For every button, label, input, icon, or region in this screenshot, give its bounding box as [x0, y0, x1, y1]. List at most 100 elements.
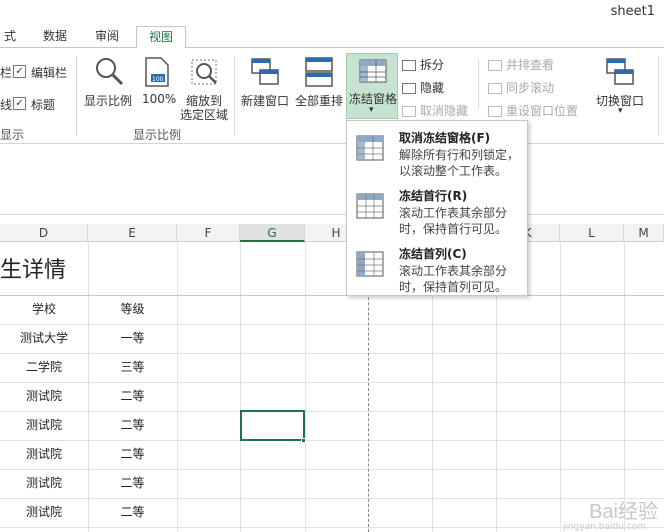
- split-button[interactable]: 拆分: [402, 56, 444, 73]
- column-header-d[interactable]: D: [0, 224, 88, 242]
- zoom-magnifier-icon[interactable]: [94, 56, 124, 86]
- new-window-label[interactable]: 新建窗口: [241, 92, 289, 109]
- unhide-label: 取消隐藏: [420, 104, 469, 118]
- freeze-top-row-icon: [356, 193, 384, 219]
- window-title: sheet1: [610, 4, 655, 19]
- reset-position-icon: [488, 106, 502, 117]
- zoom-100-icon[interactable]: 100: [143, 56, 171, 88]
- grid-line: [624, 242, 625, 532]
- header-cell-level[interactable]: 等级: [88, 295, 177, 324]
- unhide-button[interactable]: 取消隐藏: [402, 102, 468, 119]
- header-cell-school[interactable]: 学校: [0, 295, 88, 324]
- reset-window-position-button[interactable]: 重设窗口位置: [488, 102, 578, 119]
- column-header-g[interactable]: G: [240, 224, 305, 242]
- grid-line: [177, 242, 178, 532]
- table-cell[interactable]: 二学院: [0, 353, 88, 382]
- grid-line: [240, 242, 241, 532]
- table-cell[interactable]: 二等: [88, 382, 177, 411]
- column-header-m[interactable]: M: [624, 224, 664, 242]
- column-header-f[interactable]: F: [177, 224, 240, 242]
- table-cell[interactable]: 测试院: [0, 411, 88, 440]
- sync-scroll-icon: [488, 83, 502, 94]
- freeze-panes-chevron-icon: ▾: [369, 105, 374, 115]
- fill-handle[interactable]: [301, 438, 306, 443]
- tab-review[interactable]: 审阅: [88, 26, 126, 48]
- freeze-panes-button[interactable]: 冻结窗格 ▾: [346, 53, 398, 119]
- sync-scroll-label: 同步滚动: [506, 81, 555, 95]
- side-by-side-icon: [488, 60, 502, 71]
- ribbon-tabs: 式 数据 审阅 视图: [0, 24, 664, 48]
- group-divider: [478, 58, 479, 110]
- freeze-first-column-icon: [356, 251, 384, 277]
- worksheet-grid[interactable]: 生详情 学校 等级 测试大学 一等 二学院 三等 测试院 二等 测试院 二等 测…: [0, 242, 664, 532]
- new-window-icon[interactable]: [250, 56, 280, 88]
- hide-label: 隐藏: [420, 81, 445, 95]
- hide-icon: [402, 83, 416, 94]
- zoom-group-label: 显示比例: [133, 128, 182, 142]
- freeze-panes-icon: [359, 59, 387, 83]
- table-cell[interactable]: 三等: [88, 353, 177, 382]
- zoom-selection-icon[interactable]: [190, 56, 220, 88]
- table-cell[interactable]: 一等: [88, 324, 177, 353]
- headings-label: 标题: [31, 98, 56, 112]
- split-icon: [402, 60, 416, 71]
- baidu-watermark-logo: Bai经验: [589, 501, 658, 523]
- table-cell[interactable]: 测试大学: [0, 324, 88, 353]
- show-group-label: 显示: [0, 128, 25, 142]
- title-bar: sheet1: [0, 0, 664, 24]
- group-divider: [76, 56, 77, 136]
- tab-formulas[interactable]: 式: [0, 26, 20, 48]
- sync-scroll-button[interactable]: 同步滚动: [488, 79, 554, 96]
- show-cut-label-1: 栏: [0, 66, 13, 80]
- show-cut-label-2: 线: [0, 98, 13, 112]
- tab-data[interactable]: 数据: [36, 26, 74, 48]
- table-cell[interactable]: 测试院: [0, 469, 88, 498]
- column-header-l[interactable]: L: [560, 224, 624, 242]
- switch-window-icon[interactable]: [605, 56, 635, 88]
- selected-cell[interactable]: [240, 410, 305, 441]
- view-side-by-side-button[interactable]: 并排查看: [488, 56, 554, 73]
- switch-window-chevron-icon[interactable]: ▾: [618, 106, 623, 116]
- ribbon: 栏 ✓ 编辑栏 线 ✓ 标题 显示 显示比例 100 100% 缩放到 选定区域…: [0, 48, 664, 144]
- formula-bar-label: 编辑栏: [31, 66, 68, 80]
- menu-item-title: 取消冻结窗格(F): [399, 131, 491, 145]
- view-side-by-side-label: 并排查看: [506, 58, 555, 72]
- column-header-e[interactable]: E: [88, 224, 177, 242]
- menu-item-description: 解除所有行和列锁定，以滚动整个工作表。: [399, 148, 520, 178]
- menu-item-title: 冻结首列(C): [399, 247, 467, 261]
- baidu-watermark-url: jingyan.baidu.com: [562, 522, 646, 532]
- tab-view[interactable]: 视图: [136, 26, 186, 48]
- group-divider: [658, 56, 659, 136]
- grid-line: [305, 242, 306, 532]
- menu-item-title: 冻结首行(R): [399, 189, 468, 203]
- zoom-selection-label-2[interactable]: 选定区域: [180, 106, 228, 123]
- group-divider: [234, 56, 235, 136]
- table-cell[interactable]: 测试院: [0, 498, 88, 527]
- unhide-icon: [402, 106, 416, 117]
- zoom-100-label[interactable]: 100%: [142, 92, 176, 106]
- svg-text:100: 100: [152, 76, 164, 83]
- reset-position-label: 重设窗口位置: [506, 104, 579, 118]
- table-cell[interactable]: 二等: [88, 498, 177, 527]
- grid-line: [560, 242, 561, 532]
- table-cell[interactable]: 测试院: [0, 440, 88, 469]
- table-cell[interactable]: 二等: [88, 440, 177, 469]
- menu-item-description: 滚动工作表其余部分时，保持首行可见。: [399, 206, 508, 236]
- table-cell[interactable]: 二等: [88, 411, 177, 440]
- hide-button[interactable]: 隐藏: [402, 79, 444, 96]
- freeze-panes-menu: 取消冻结窗格(F) 解除所有行和列锁定，以滚动整个工作表。 冻结首行(R) 滚动…: [346, 120, 528, 296]
- menu-item-description: 滚动工作表其余部分时，保持首列可见。: [399, 264, 508, 294]
- headings-checkbox[interactable]: ✓: [13, 97, 26, 110]
- menu-item-unfreeze-panes[interactable]: 取消冻结窗格(F) 解除所有行和列锁定，以滚动整个工作表。: [347, 123, 527, 179]
- menu-item-freeze-top-row[interactable]: 冻结首行(R) 滚动工作表其余部分时，保持首行可见。: [347, 181, 527, 237]
- zoom-button-label[interactable]: 显示比例: [84, 92, 132, 109]
- formula-bar-checkbox[interactable]: ✓: [13, 65, 26, 78]
- formula-bar-area: [0, 145, 664, 215]
- arrange-all-icon[interactable]: [304, 56, 334, 88]
- menu-item-freeze-first-column[interactable]: 冻结首列(C) 滚动工作表其余部分时，保持首列可见。: [347, 239, 527, 295]
- table-cell[interactable]: 二等: [88, 469, 177, 498]
- table-cell[interactable]: 测试院: [0, 382, 88, 411]
- arrange-all-label[interactable]: 全部重排: [295, 92, 343, 109]
- column-headers: D E F G H I J K L M: [0, 224, 664, 242]
- unfreeze-panes-icon: [356, 135, 384, 161]
